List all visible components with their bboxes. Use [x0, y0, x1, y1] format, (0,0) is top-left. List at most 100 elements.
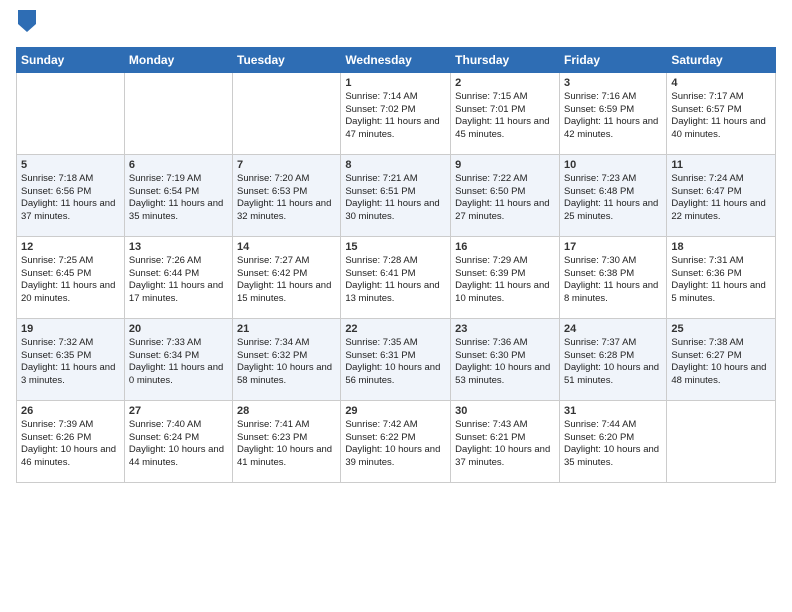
calendar-table: SundayMondayTuesdayWednesdayThursdayFrid… — [16, 47, 776, 483]
day-number: 12 — [21, 241, 120, 253]
calendar-day-cell: 2 Sunrise: 7:15 AM Sunset: 7:01 PM Daylig… — [451, 72, 560, 154]
calendar-day-cell: 5 Sunrise: 7:18 AM Sunset: 6:56 PM Daylig… — [17, 154, 125, 236]
calendar-day-cell: 30Sunrise: 7:43 AM Sunset: 6:21 PM Dayli… — [451, 400, 560, 482]
day-info: Sunrise: 7:42 AM Sunset: 6:22 PM Dayligh… — [345, 419, 446, 470]
day-number: 2 — [455, 77, 555, 89]
calendar-day-cell: 23Sunrise: 7:36 AM Sunset: 6:30 PM Dayli… — [451, 318, 560, 400]
day-number: 11 — [671, 159, 771, 171]
calendar-day-cell: 10 Sunrise: 7:23 AM Sunset: 6:48 PM Dayli… — [559, 154, 666, 236]
calendar-week-row: 1 Sunrise: 7:14 AM Sunset: 7:02 PM Daylig… — [17, 72, 776, 154]
day-number: 26 — [21, 405, 120, 417]
calendar-day-cell: 9 Sunrise: 7:22 AM Sunset: 6:50 PM Daylig… — [451, 154, 560, 236]
calendar-day-cell: 21 Sunrise: 7:34 AM Sunset: 6:32 PM Dayli… — [233, 318, 341, 400]
day-info: Sunrise: 7:23 AM Sunset: 6:48 PM Dayligh… — [564, 173, 662, 224]
day-info: Sunrise: 7:41 AM Sunset: 6:23 PM Dayligh… — [237, 419, 336, 470]
calendar-day-cell: 6 Sunrise: 7:19 AM Sunset: 6:54 PM Daylig… — [124, 154, 232, 236]
calendar-day-cell: 4 Sunrise: 7:17 AM Sunset: 6:57 PM Daylig… — [667, 72, 776, 154]
calendar-day-cell: 3 Sunrise: 7:16 AM Sunset: 6:59 PM Daylig… — [559, 72, 666, 154]
day-number: 24 — [564, 323, 662, 335]
calendar-day-cell: 11 Sunrise: 7:24 AM Sunset: 6:47 PM Dayli… — [667, 154, 776, 236]
calendar-day-cell: 14Sunrise: 7:27 AM Sunset: 6:42 PM Dayli… — [233, 236, 341, 318]
calendar-day-cell: 20Sunrise: 7:33 AM Sunset: 6:34 PM Dayli… — [124, 318, 232, 400]
day-info: Sunrise: 7:14 AM Sunset: 7:02 PM Dayligh… — [345, 91, 446, 142]
page-container: SundayMondayTuesdayWednesdayThursdayFrid… — [0, 0, 792, 493]
day-number: 4 — [671, 77, 771, 89]
calendar-week-row: 12 Sunrise: 7:25 AM Sunset: 6:45 PM Dayli… — [17, 236, 776, 318]
day-info: Sunrise: 7:39 AM Sunset: 6:26 PM Dayligh… — [21, 419, 120, 470]
day-info: Sunrise: 7:28 AM Sunset: 6:41 PM Dayligh… — [345, 255, 446, 306]
day-info: Sunrise: 7:31 AM Sunset: 6:36 PM Dayligh… — [671, 255, 771, 306]
header — [16, 10, 776, 39]
day-info: Sunrise: 7:34 AM Sunset: 6:32 PM Dayligh… — [237, 337, 336, 388]
calendar-day-cell: 25 Sunrise: 7:38 AM Sunset: 6:27 PM Dayli… — [667, 318, 776, 400]
calendar-day-cell — [17, 72, 125, 154]
day-info: Sunrise: 7:43 AM Sunset: 6:21 PM Dayligh… — [455, 419, 555, 470]
calendar-week-row: 5 Sunrise: 7:18 AM Sunset: 6:56 PM Daylig… — [17, 154, 776, 236]
day-number: 6 — [129, 159, 228, 171]
day-info: Sunrise: 7:24 AM Sunset: 6:47 PM Dayligh… — [671, 173, 771, 224]
day-info: Sunrise: 7:26 AM Sunset: 6:44 PM Dayligh… — [129, 255, 228, 306]
day-number: 5 — [21, 159, 120, 171]
day-info: Sunrise: 7:44 AM Sunset: 6:20 PM Dayligh… — [564, 419, 662, 470]
day-info: Sunrise: 7:29 AM Sunset: 6:39 PM Dayligh… — [455, 255, 555, 306]
day-info: Sunrise: 7:25 AM Sunset: 6:45 PM Dayligh… — [21, 255, 120, 306]
calendar-day-cell — [667, 400, 776, 482]
calendar-day-cell: 19Sunrise: 7:32 AM Sunset: 6:35 PM Dayli… — [17, 318, 125, 400]
day-info: Sunrise: 7:15 AM Sunset: 7:01 PM Dayligh… — [455, 91, 555, 142]
calendar-day-cell: 18Sunrise: 7:31 AM Sunset: 6:36 PM Dayli… — [667, 236, 776, 318]
day-number: 19 — [21, 323, 120, 335]
calendar-day-cell: 31Sunrise: 7:44 AM Sunset: 6:20 PM Dayli… — [559, 400, 666, 482]
day-of-week-header: Tuesday — [233, 47, 341, 72]
day-info: Sunrise: 7:21 AM Sunset: 6:51 PM Dayligh… — [345, 173, 446, 224]
calendar-day-cell: 26 Sunrise: 7:39 AM Sunset: 6:26 PM Dayli… — [17, 400, 125, 482]
day-number: 20 — [129, 323, 228, 335]
day-info: Sunrise: 7:30 AM Sunset: 6:38 PM Dayligh… — [564, 255, 662, 306]
logo — [16, 10, 36, 39]
day-number: 21 — [237, 323, 336, 335]
day-number: 14 — [237, 241, 336, 253]
calendar-day-cell: 29 Sunrise: 7:42 AM Sunset: 6:22 PM Dayli… — [341, 400, 451, 482]
day-info: Sunrise: 7:38 AM Sunset: 6:27 PM Dayligh… — [671, 337, 771, 388]
day-of-week-header: Saturday — [667, 47, 776, 72]
calendar-day-cell — [233, 72, 341, 154]
calendar-day-cell: 15 Sunrise: 7:28 AM Sunset: 6:41 PM Dayli… — [341, 236, 451, 318]
day-number: 27 — [129, 405, 228, 417]
day-number: 10 — [564, 159, 662, 171]
day-number: 9 — [455, 159, 555, 171]
day-info: Sunrise: 7:37 AM Sunset: 6:28 PM Dayligh… — [564, 337, 662, 388]
day-info: Sunrise: 7:18 AM Sunset: 6:56 PM Dayligh… — [21, 173, 120, 224]
calendar-day-cell: 27Sunrise: 7:40 AM Sunset: 6:24 PM Dayli… — [124, 400, 232, 482]
day-number: 8 — [345, 159, 446, 171]
day-of-week-header: Wednesday — [341, 47, 451, 72]
day-info: Sunrise: 7:19 AM Sunset: 6:54 PM Dayligh… — [129, 173, 228, 224]
day-info: Sunrise: 7:17 AM Sunset: 6:57 PM Dayligh… — [671, 91, 771, 142]
day-info: Sunrise: 7:36 AM Sunset: 6:30 PM Dayligh… — [455, 337, 555, 388]
day-number: 28 — [237, 405, 336, 417]
calendar-day-cell: 22Sunrise: 7:35 AM Sunset: 6:31 PM Dayli… — [341, 318, 451, 400]
day-of-week-header: Friday — [559, 47, 666, 72]
day-number: 7 — [237, 159, 336, 171]
calendar-day-cell: 1 Sunrise: 7:14 AM Sunset: 7:02 PM Daylig… — [341, 72, 451, 154]
calendar-day-cell — [124, 72, 232, 154]
day-info: Sunrise: 7:16 AM Sunset: 6:59 PM Dayligh… — [564, 91, 662, 142]
calendar-day-cell: 13Sunrise: 7:26 AM Sunset: 6:44 PM Dayli… — [124, 236, 232, 318]
logo-icon — [18, 10, 36, 32]
calendar-day-cell: 28 Sunrise: 7:41 AM Sunset: 6:23 PM Dayli… — [233, 400, 341, 482]
day-number: 1 — [345, 77, 446, 89]
day-number: 15 — [345, 241, 446, 253]
calendar-week-row: 26 Sunrise: 7:39 AM Sunset: 6:26 PM Dayli… — [17, 400, 776, 482]
calendar-week-row: 19Sunrise: 7:32 AM Sunset: 6:35 PM Dayli… — [17, 318, 776, 400]
day-number: 29 — [345, 405, 446, 417]
day-of-week-header: Monday — [124, 47, 232, 72]
calendar-day-cell: 16 Sunrise: 7:29 AM Sunset: 6:39 PM Dayli… — [451, 236, 560, 318]
day-of-week-header: Sunday — [17, 47, 125, 72]
calendar-day-cell: 17 Sunrise: 7:30 AM Sunset: 6:38 PM Dayli… — [559, 236, 666, 318]
calendar-header-row: SundayMondayTuesdayWednesdayThursdayFrid… — [17, 47, 776, 72]
day-number: 16 — [455, 241, 555, 253]
day-info: Sunrise: 7:22 AM Sunset: 6:50 PM Dayligh… — [455, 173, 555, 224]
day-number: 25 — [671, 323, 771, 335]
day-number: 17 — [564, 241, 662, 253]
calendar-day-cell: 8 Sunrise: 7:21 AM Sunset: 6:51 PM Daylig… — [341, 154, 451, 236]
day-info: Sunrise: 7:35 AM Sunset: 6:31 PM Dayligh… — [345, 337, 446, 388]
day-number: 3 — [564, 77, 662, 89]
